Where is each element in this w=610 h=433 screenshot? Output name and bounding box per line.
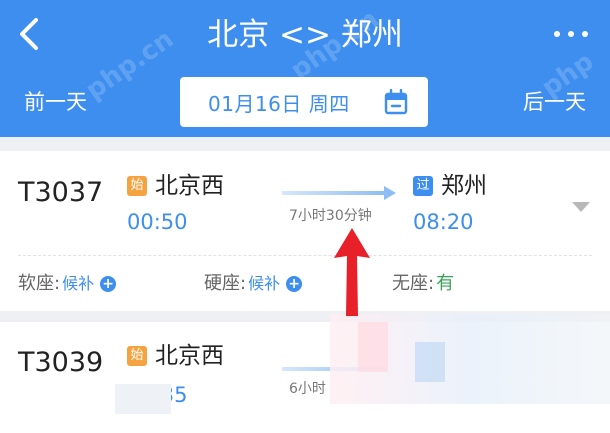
mosaic-blur: [358, 322, 388, 372]
mosaic-blur: [415, 342, 445, 382]
train-number: T3037: [18, 177, 104, 208]
chevron-down-icon[interactable]: [572, 202, 590, 212]
header-bar: 北京 <> 郑州 前一天 01月16日 周四 后一天 php.cn php ph…: [0, 0, 610, 137]
calendar-icon: [384, 89, 408, 115]
train-card[interactable]: T3039 始 北京西 00:35 6小时: [0, 314, 610, 433]
plus-icon: +: [100, 276, 117, 292]
seat-label: 硬座:: [204, 273, 247, 294]
plus-icon: +: [286, 276, 303, 292]
seat-soft[interactable]: 软座: 候补 +: [18, 272, 117, 296]
pass-badge: 过: [413, 176, 433, 196]
seat-value: 候补: [62, 274, 95, 293]
from-station: 北京西: [155, 343, 224, 369]
seat-value: 候补: [248, 274, 281, 293]
date-label: 01月16日 周四: [208, 91, 350, 116]
seat-hard[interactable]: 硬座: 候补 +: [204, 272, 303, 296]
train-number: T3039: [18, 347, 104, 378]
route-arrow-icon: [384, 186, 396, 200]
seat-label: 无座:: [392, 273, 435, 294]
train-card[interactable]: T3037 始 北京西 00:50 7小时30分钟 过 郑州 08:20 软座:…: [0, 151, 610, 311]
mosaic-blur: [115, 384, 171, 414]
arrive-time: 08:20: [413, 210, 474, 234]
more-button[interactable]: [554, 28, 588, 40]
duration: 6小时: [289, 381, 326, 397]
prev-day-button[interactable]: 前一天: [24, 88, 87, 116]
annotation-arrow-icon: [334, 228, 370, 316]
to-station: 郑州: [441, 173, 487, 199]
start-badge: 始: [127, 176, 147, 196]
route-line: [282, 191, 386, 195]
from-station: 北京西: [155, 173, 224, 199]
seat-value: 有: [436, 273, 455, 294]
divider: [18, 255, 592, 256]
duration: 7小时30分钟: [289, 208, 372, 224]
seat-label: 软座:: [18, 273, 61, 294]
more-icon: [554, 31, 560, 37]
seat-standing: 无座: 有: [392, 272, 454, 296]
start-badge: 始: [127, 346, 147, 366]
depart-time: 00:50: [127, 210, 188, 234]
